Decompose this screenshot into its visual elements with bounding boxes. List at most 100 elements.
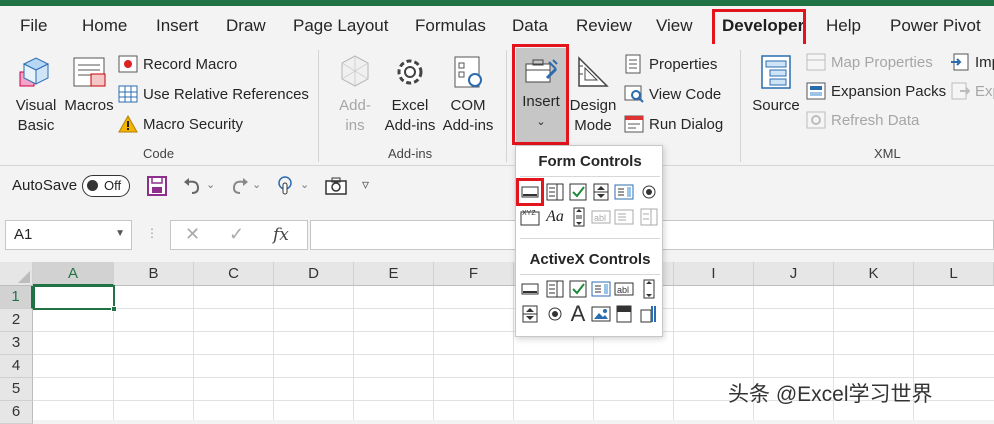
activex-image[interactable] [590, 303, 612, 325]
visual-basic-button[interactable]: Visual Basic [8, 52, 64, 136]
gridline [193, 286, 194, 420]
excel-add-ins-button[interactable]: Excel Add-ins [382, 52, 438, 136]
form-label-control[interactable]: Aa [544, 206, 566, 228]
properties-button[interactable]: Properties [624, 52, 717, 76]
tab-file[interactable]: File [20, 16, 47, 36]
use-relative-references-label: Use Relative References [143, 85, 309, 103]
column-header-c[interactable]: C [194, 262, 274, 286]
form-text-field-control[interactable]: abl [590, 206, 612, 228]
select-all-corner[interactable] [0, 262, 33, 286]
touch-mode-icon[interactable] [274, 175, 296, 197]
drag-handle-icon[interactable]: ⋮ [146, 226, 158, 240]
run-dialog-button[interactable]: Run Dialog [624, 112, 723, 136]
formula-bar: A1 ▼ ⋮ ✕ ✓ fx [0, 206, 994, 262]
form-spin-button-control[interactable] [590, 181, 612, 203]
cancel-icon[interactable]: ✕ [185, 224, 200, 245]
autosave-toggle[interactable]: Off [82, 175, 130, 197]
activex-check-box[interactable] [567, 278, 589, 300]
check-box-icon [569, 183, 587, 201]
activex-scroll-bar[interactable] [638, 278, 660, 300]
name-box-dropdown-icon[interactable]: ▼ [115, 228, 125, 239]
undo-dropdown-icon[interactable]: ⌄ [206, 178, 215, 191]
view-code-button[interactable]: View Code [624, 82, 721, 106]
row-header-1[interactable]: 1 [0, 286, 33, 309]
highlight-box-button-control [516, 178, 544, 206]
tab-draw[interactable]: Draw [226, 16, 266, 36]
name-box[interactable]: A1 ▼ [5, 220, 132, 250]
tab-insert[interactable]: Insert [156, 16, 199, 36]
enter-icon[interactable]: ✓ [229, 224, 244, 245]
design-mode-button[interactable]: Design Mode [568, 52, 618, 136]
tab-help[interactable]: Help [826, 16, 861, 36]
form-combo-list-edit-control[interactable] [613, 206, 635, 228]
insert-function-icon[interactable]: fx [273, 225, 289, 245]
row-header-2[interactable]: 2 [0, 309, 33, 332]
record-macro-button[interactable]: Record Macro [118, 52, 237, 76]
activex-combo-box[interactable] [544, 278, 566, 300]
tab-view[interactable]: View [656, 16, 693, 36]
tab-page-layout[interactable]: Page Layout [293, 16, 388, 36]
com-add-ins-button[interactable]: COM Add-ins [440, 52, 496, 136]
macros-button[interactable]: Macros [62, 52, 116, 116]
activex-option-button[interactable] [544, 303, 566, 325]
redo-dropdown-icon[interactable]: ⌄ [252, 178, 261, 191]
column-header-k[interactable]: K [834, 262, 914, 286]
image-icon [591, 306, 611, 322]
row-header-5[interactable]: 5 [0, 378, 33, 401]
activex-list-box[interactable] [590, 278, 612, 300]
form-scroll-bar-control[interactable] [568, 206, 590, 228]
row-header-6[interactable]: 6 [0, 401, 33, 424]
import-label: Imp [975, 53, 994, 71]
tab-review[interactable]: Review [576, 16, 632, 36]
combo-list-edit-icon [614, 209, 634, 225]
column-header-l[interactable]: L [914, 262, 994, 286]
activex-spin-button[interactable] [519, 303, 541, 325]
export-button[interactable]: Exp [950, 79, 994, 103]
expansion-packs-button[interactable]: Expansion Packs [806, 79, 946, 103]
row-header-3[interactable]: 3 [0, 332, 33, 355]
activex-text-box[interactable]: abl [613, 278, 635, 300]
form-combo-box-control[interactable] [544, 181, 566, 203]
add-ins-hexagon-icon [341, 55, 369, 87]
activex-toggle-button[interactable] [613, 303, 635, 325]
activex-command-button[interactable] [519, 278, 541, 300]
column-header-i[interactable]: I [674, 262, 754, 286]
tab-formulas[interactable]: Formulas [415, 16, 486, 36]
form-group-box-control[interactable]: XYZ [519, 206, 541, 228]
use-relative-references-button[interactable]: Use Relative References [118, 82, 309, 106]
tab-data[interactable]: Data [512, 16, 548, 36]
tab-power-pivot[interactable]: Power Pivot [890, 16, 981, 36]
activex-label[interactable]: A [567, 301, 589, 326]
tab-home[interactable]: Home [82, 16, 127, 36]
map-properties-button[interactable]: Map Properties [806, 50, 933, 74]
redo-icon[interactable] [228, 176, 250, 196]
customize-qat-icon[interactable]: ▿ [362, 176, 369, 193]
triangle-ruler-icon [578, 56, 609, 87]
active-cell-a1[interactable] [33, 285, 117, 312]
column-header-e[interactable]: E [354, 262, 434, 286]
fill-handle[interactable] [111, 306, 117, 312]
add-ins-button[interactable]: Add- ins [330, 52, 380, 136]
import-button[interactable]: Imp [950, 50, 994, 74]
column-header-j[interactable]: J [754, 262, 834, 286]
activex-more-controls[interactable] [638, 303, 660, 325]
touch-dropdown-icon[interactable]: ⌄ [300, 178, 309, 191]
visual-basic-label-1: Visual [15, 97, 57, 114]
column-header-b[interactable]: B [114, 262, 194, 286]
row-header-4[interactable]: 4 [0, 355, 33, 378]
macro-security-button[interactable]: Macro Security [118, 112, 243, 136]
camera-icon[interactable] [324, 176, 348, 196]
refresh-data-button[interactable]: Refresh Data [806, 108, 919, 132]
formula-buttons: ✕ ✓ fx [170, 220, 308, 250]
undo-icon[interactable] [182, 176, 204, 196]
column-header-d[interactable]: D [274, 262, 354, 286]
column-header-a[interactable]: A [33, 262, 114, 286]
separator [520, 274, 660, 275]
save-icon[interactable] [146, 175, 168, 197]
form-combo-dropdown-edit-control[interactable] [638, 206, 660, 228]
xml-source-button[interactable]: Source [750, 52, 802, 116]
form-check-box-control[interactable] [567, 181, 589, 203]
column-header-f[interactable]: F [434, 262, 514, 286]
form-option-button-control[interactable] [638, 181, 660, 203]
form-list-box-control[interactable] [613, 181, 635, 203]
